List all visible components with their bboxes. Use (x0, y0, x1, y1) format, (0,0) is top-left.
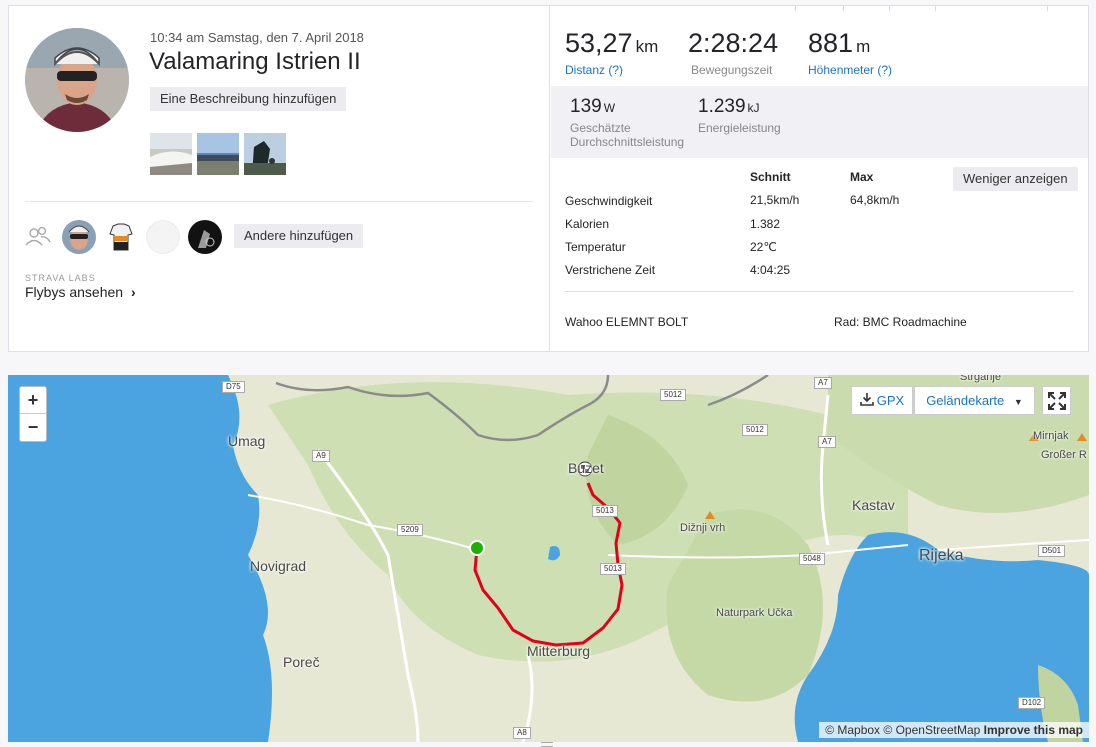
activity-title: Valamaring Istrien II (149, 48, 361, 75)
elevation-label[interactable]: Höhenmeter (?) (808, 63, 892, 77)
row-label-calories: Kalorien (565, 217, 610, 231)
map-type-dropdown[interactable]: Geländekarte ▼ (914, 386, 1035, 415)
athlete-avatar[interactable] (25, 28, 129, 132)
row-max-speed: 64,8km/h (850, 193, 900, 207)
place-label: Poreč (283, 654, 320, 670)
section-divider (25, 201, 533, 202)
chevron-right-icon: › (130, 284, 136, 300)
place-label: Buzet (568, 460, 604, 476)
caret-down-icon: ▼ (1013, 397, 1023, 407)
mapbox-link[interactable]: © Mapbox (825, 723, 880, 737)
distance-value: 53,27 km (565, 28, 659, 58)
zoom-out-button[interactable]: − (20, 414, 46, 441)
athlete-avatar-small[interactable] (62, 220, 96, 254)
power-label: Geschätzte Durchschnittsleistung (570, 121, 685, 149)
row-avg-speed: 21,5km/h (750, 193, 800, 207)
row-label-speed: Geschwindigkeit (565, 194, 653, 208)
road-shield: D102 (1018, 697, 1046, 709)
activity-photo-3[interactable] (244, 133, 286, 175)
place-label: Dižnji vrh (680, 522, 726, 534)
moving-time-label: Bewegungszeit (691, 63, 773, 77)
road-shield: D75 (222, 381, 245, 393)
place-label: Strganje (960, 375, 1001, 383)
road-shield: 5012 (742, 424, 768, 436)
road-shield: 5013 (592, 505, 618, 517)
athlete-avatar-blank[interactable] (146, 220, 180, 254)
bike-name[interactable]: Rad: BMC Roadmachine (834, 315, 967, 329)
place-label: Umag (228, 433, 266, 449)
activity-photo-1[interactable] (150, 133, 192, 175)
download-icon (859, 388, 874, 415)
activity-photo-2[interactable] (197, 133, 239, 175)
add-others-button[interactable]: Andere hinzufügen (234, 224, 364, 248)
row-avg-temperature: 22℃ (750, 240, 777, 254)
fullscreen-button[interactable] (1042, 386, 1071, 415)
athlete-avatar-dark[interactable] (188, 220, 222, 254)
place-label: Kastav (852, 497, 895, 513)
stats-panel: 53,27 km Distanz (?) 2:28:24 Bewegungszei… (551, 6, 1088, 351)
improve-map-link[interactable]: Improve this map (984, 723, 1083, 737)
energy-value: 1.239 kJ (698, 96, 760, 117)
road-shield: 5209 (397, 524, 423, 536)
distance-label[interactable]: Distanz (?) (565, 63, 623, 77)
device-name: Wahoo ELEMNT BOLT (565, 315, 689, 329)
place-label: Rijeka (919, 547, 964, 564)
zoom-in-button[interactable]: + (20, 387, 46, 414)
road-shield: A7 (818, 436, 836, 448)
place-label: Novigrad (250, 558, 307, 574)
road-shield: A9 (312, 450, 330, 462)
strava-labs-label: STRAVA LABS (25, 273, 96, 283)
road-shield: 5048 (799, 553, 825, 565)
energy-label: Energieleistung (698, 121, 781, 135)
route-start-marker (469, 540, 485, 556)
flybys-link[interactable]: Flybys ansehen › (25, 284, 136, 300)
route-map[interactable]: Umag Novigrad Poreč Mitterburg Buzet Kas… (8, 375, 1089, 742)
row-label-temperature: Temperatur (565, 240, 626, 254)
group-icon (25, 226, 51, 248)
expand-icon (1047, 392, 1067, 414)
place-label: Großer R (1041, 449, 1087, 461)
activity-datetime: 10:34 am Samstag, den 7. April 2018 (150, 30, 364, 45)
osm-link[interactable]: © OpenStreetMap (883, 723, 980, 737)
athlete-avatar-jersey[interactable] (104, 220, 138, 254)
column-header-max: Max (850, 170, 874, 184)
road-shield: 5013 (600, 563, 626, 575)
zoom-control: + − (19, 386, 47, 442)
place-label: Mitterburg (527, 643, 591, 659)
row-label-elapsed: Verstrichene Zeit (565, 263, 656, 277)
activity-info-panel: 10:34 am Samstag, den 7. April 2018 Vala… (9, 6, 550, 351)
row-avg-elapsed: 4:04:25 (750, 263, 791, 277)
resize-handle[interactable] (541, 742, 553, 747)
add-description-button[interactable]: Eine Beschreibung hinzufügen (150, 87, 347, 111)
elevation-value: 881 m (808, 28, 871, 58)
activity-summary-card: 10:34 am Samstag, den 7. April 2018 Vala… (8, 5, 1089, 352)
road-shield: 5012 (660, 389, 686, 401)
road-shield: A8 (513, 727, 531, 739)
place-label: Mirnjak (1033, 430, 1069, 442)
road-shield: A7 (814, 377, 832, 389)
row-avg-calories: 1.382 (750, 217, 781, 231)
details-divider (565, 291, 1074, 292)
show-less-button[interactable]: Weniger anzeigen (953, 167, 1078, 191)
place-label: Naturpark Učka (716, 607, 793, 619)
power-value: 139 W (570, 96, 616, 117)
flybys-label[interactable]: Flybys ansehen (25, 284, 123, 300)
map-attribution: © Mapbox © OpenStreetMap Improve this ma… (819, 722, 1089, 738)
moving-time-value: 2:28:24 (688, 28, 779, 58)
gpx-download-button[interactable]: GPX (851, 386, 913, 415)
column-header-avg: Schnitt (750, 170, 791, 184)
road-shield: D501 (1038, 545, 1066, 557)
